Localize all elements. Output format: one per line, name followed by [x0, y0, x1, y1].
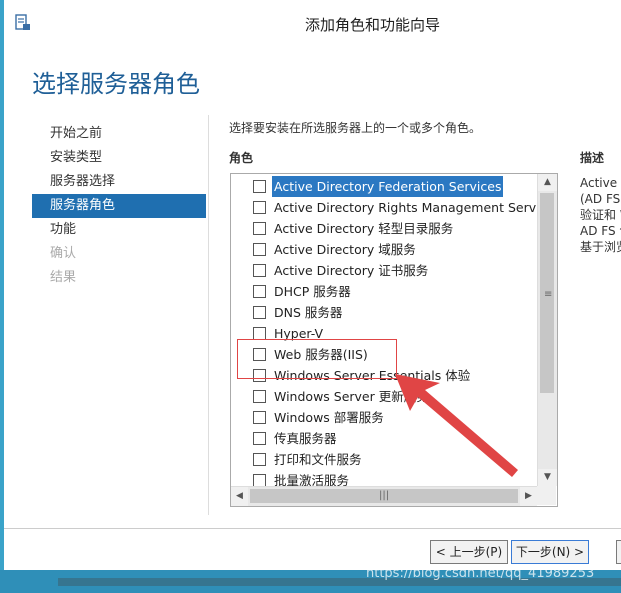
- nav-item[interactable]: 服务器选择: [32, 170, 206, 194]
- grip-icon: ≡: [544, 289, 553, 300]
- role-item[interactable]: Active Directory Rights Management Servi…: [231, 197, 537, 218]
- highlight-box: [237, 339, 397, 379]
- footer-divider: [4, 528, 621, 529]
- role-checkbox[interactable]: [253, 432, 266, 445]
- window-title: 添加角色和功能向导: [304, 16, 440, 34]
- role-checkbox[interactable]: [253, 201, 266, 214]
- grip-icon: |||: [379, 490, 390, 501]
- role-item[interactable]: 传真服务器: [231, 428, 537, 449]
- role-label: Active Directory Rights Management Servi…: [274, 200, 537, 215]
- chevron-left-icon[interactable]: ◀: [231, 487, 248, 506]
- description-line: 基于浏览: [580, 240, 621, 254]
- role-label: Windows 部署服务: [274, 410, 384, 425]
- role-label: 打印和文件服务: [274, 452, 362, 467]
- role-checkbox[interactable]: [253, 243, 266, 256]
- instruction-text: 选择要安装在所选服务器上的一个或多个角色。: [229, 121, 482, 135]
- role-label: Active Directory 域服务: [274, 242, 416, 257]
- nav-item[interactable]: 安装类型: [32, 146, 206, 170]
- title-bar: 添加角色和功能向导: [4, 0, 621, 50]
- role-label: Windows Server 更新服务: [274, 389, 429, 404]
- wizard-nav: 开始之前 安装类型 服务器选择 服务器角色 功能确认结果: [32, 122, 206, 290]
- next-button[interactable]: 下一步(N) >: [511, 540, 589, 564]
- role-label: 传真服务器: [274, 431, 337, 446]
- description-heading: 描述: [580, 151, 605, 165]
- watermark-text: https://blog.csdn.net/qq_41989253: [366, 566, 595, 581]
- wizard-window: 添加角色和功能向导 选择服务器角色 开始之前 安装类型 服务器选择 服务器角色 功能确认…: [4, 0, 621, 570]
- description-line: Active D: [580, 176, 621, 190]
- roles-list-viewport: Active Directory Federation Services Acti…: [231, 174, 537, 486]
- description-line: 验证和 W: [580, 208, 621, 222]
- nav-item[interactable]: 服务器角色: [32, 194, 206, 218]
- role-item[interactable]: Active Directory 证书服务: [231, 260, 537, 281]
- role-checkbox[interactable]: [253, 285, 266, 298]
- roles-heading: 角色: [229, 151, 254, 165]
- role-label: DNS 服务器: [274, 305, 343, 320]
- role-checkbox[interactable]: [253, 453, 266, 466]
- role-checkbox[interactable]: [253, 474, 266, 486]
- role-item[interactable]: 批量激活服务: [231, 470, 537, 486]
- role-checkbox[interactable]: [253, 264, 266, 277]
- role-label: 批量激活服务: [274, 473, 350, 486]
- description-text: Active D (AD FS) 验证和 W AD FS 包基于浏览: [580, 175, 621, 255]
- chevron-down-icon[interactable]: ▼: [538, 469, 557, 486]
- role-checkbox[interactable]: [253, 411, 266, 424]
- role-label: DHCP 服务器: [274, 284, 351, 299]
- role-checkbox[interactable]: [253, 180, 266, 193]
- role-item[interactable]: 打印和文件服务: [231, 449, 537, 470]
- previous-button[interactable]: < 上一步(P): [430, 540, 508, 564]
- role-checkbox[interactable]: [253, 390, 266, 403]
- role-item[interactable]: DNS 服务器: [231, 302, 537, 323]
- role-item[interactable]: Active Directory 域服务: [231, 239, 537, 260]
- role-label: Active Directory 证书服务: [274, 263, 429, 278]
- vertical-scrollbar[interactable]: ▲ ≡ ▼: [537, 174, 557, 486]
- description-line: (AD FS): [580, 192, 621, 206]
- horizontal-scrollbar[interactable]: ◀ ||| ▶: [231, 486, 537, 506]
- role-item[interactable]: Active Directory 轻型目录服务: [231, 218, 537, 239]
- description-line: AD FS 包: [580, 224, 621, 238]
- nav-item: 确认: [50, 246, 77, 261]
- role-label: Active Directory Federation Services: [272, 176, 504, 197]
- chevron-up-icon[interactable]: ▲: [538, 174, 557, 191]
- chevron-right-icon[interactable]: ▶: [520, 487, 537, 506]
- scroll-corner: [537, 486, 556, 505]
- nav-item[interactable]: 开始之前: [32, 122, 206, 146]
- page-title: 选择服务器角色: [32, 70, 200, 98]
- role-item[interactable]: Windows Server 更新服务: [231, 386, 537, 407]
- nav-item: 结果: [50, 270, 77, 285]
- nav-item[interactable]: 功能: [32, 218, 206, 242]
- role-checkbox[interactable]: [253, 306, 266, 319]
- content-pane: 选择要安装在所选服务器上的一个或多个角色。 角色 描述 Active D (AD …: [208, 115, 621, 515]
- vertical-scroll-thumb[interactable]: ≡: [540, 193, 554, 393]
- role-checkbox[interactable]: [253, 222, 266, 235]
- role-item[interactable]: Active Directory Federation Services: [231, 176, 537, 197]
- install-button[interactable]: [616, 540, 621, 564]
- role-item[interactable]: Windows 部署服务: [231, 407, 537, 428]
- role-label: Active Directory 轻型目录服务: [274, 221, 454, 236]
- role-item[interactable]: DHCP 服务器: [231, 281, 537, 302]
